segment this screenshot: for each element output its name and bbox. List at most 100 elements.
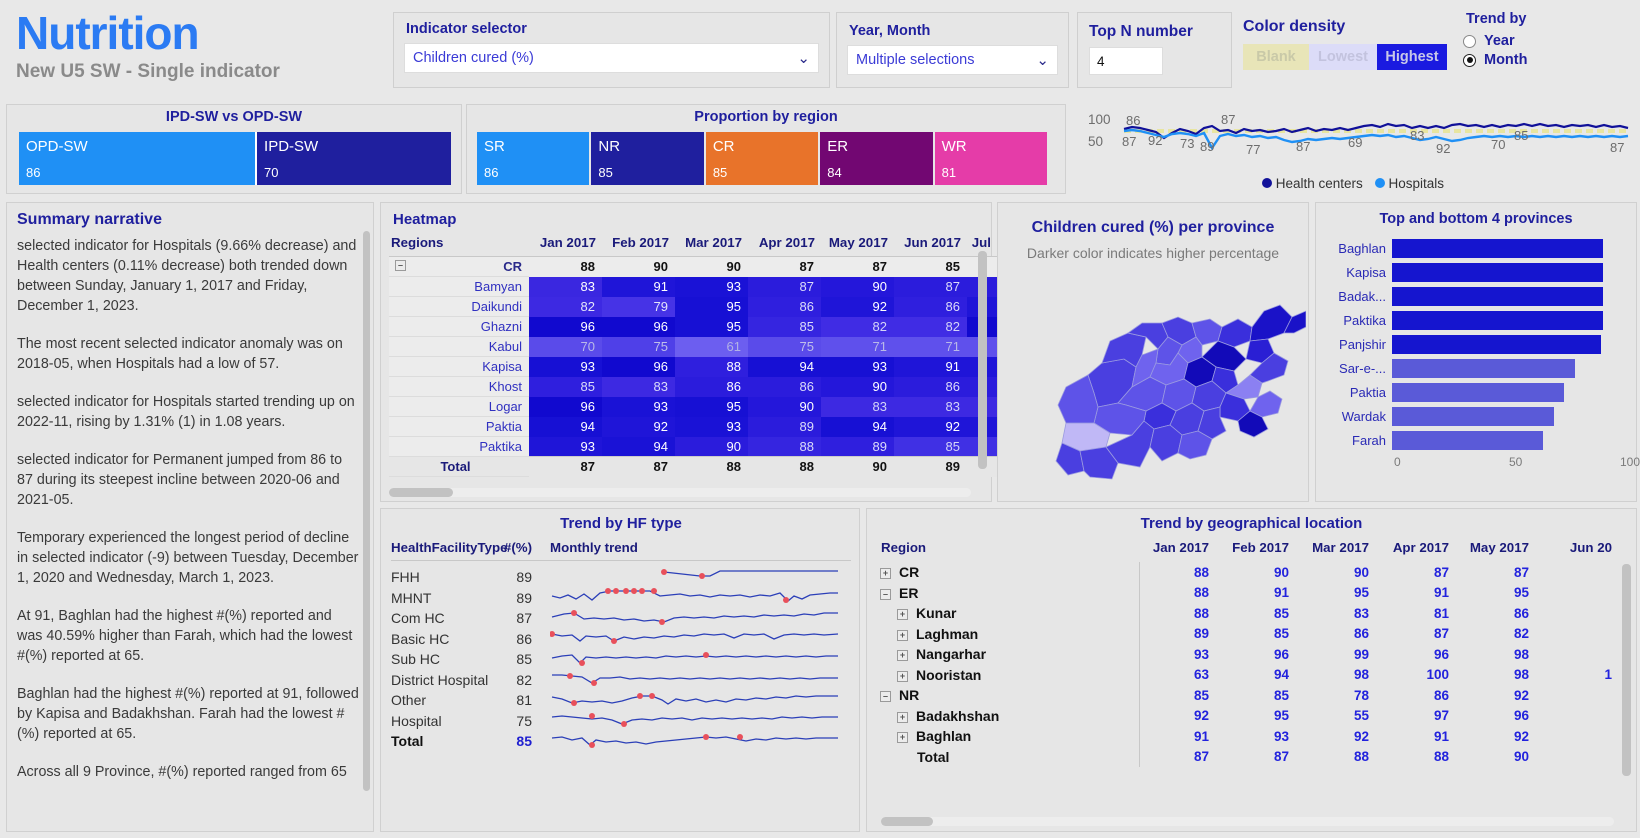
row-label[interactable]: Kapisa: [389, 357, 529, 377]
heatmap-col[interactable]: Apr 2017: [748, 232, 821, 257]
heatmap-col[interactable]: Jan 2017: [529, 232, 602, 257]
geo-col[interactable]: Mar 2017: [1299, 538, 1379, 562]
expand-icon[interactable]: +: [897, 712, 908, 723]
legend-hospitals[interactable]: Hospitals: [1375, 176, 1444, 191]
table-row[interactable]: Logar 96 93 95 90 83 83: [389, 397, 997, 417]
collapse-icon[interactable]: –: [880, 691, 891, 702]
kpi-tile-ipd-sw[interactable]: IPD-SW 70: [257, 132, 451, 185]
table-row[interactable]: – CR 88 90 90 87 87 85: [389, 257, 997, 277]
table-row[interactable]: +Nooristan 63 94 98 100 98 1: [867, 665, 1638, 686]
geo-col[interactable]: May 2017: [1459, 538, 1539, 562]
list-item[interactable]: Baghlan: [1324, 238, 1624, 259]
geo-row-label[interactable]: –ER: [867, 583, 1139, 604]
list-item[interactable]: Paktia: [1324, 382, 1624, 403]
geo-row-label[interactable]: –NR: [867, 685, 1139, 706]
region-tile-er[interactable]: ER 84: [820, 132, 932, 185]
table-row[interactable]: Kapisa 93 96 88 94 93 91: [389, 357, 997, 377]
density-blank-swatch[interactable]: Blank: [1243, 44, 1309, 70]
table-row[interactable]: Bamyan 83 91 93 87 90 87: [389, 277, 997, 297]
hf-col-value[interactable]: #(%): [496, 540, 538, 555]
hf-col-type[interactable]: HealthFacilityType: [391, 540, 496, 555]
geo-row-label[interactable]: +Baghlan: [867, 726, 1139, 747]
geo-col[interactable]: Jan 2017: [1139, 538, 1219, 562]
table-row[interactable]: Com HC 87: [391, 608, 851, 629]
list-item[interactable]: Farah: [1324, 430, 1624, 451]
table-row[interactable]: Kabul 70 75 61 75 71 71: [389, 337, 997, 357]
geo-row-label[interactable]: +Badakhshan: [867, 706, 1139, 727]
row-label[interactable]: Khost: [389, 377, 529, 397]
list-item[interactable]: Kapisa: [1324, 262, 1624, 283]
heatmap-vscrollbar[interactable]: [978, 251, 987, 469]
narrative-scrollbar[interactable]: [363, 231, 370, 791]
row-label[interactable]: Logar: [389, 397, 529, 417]
expand-icon[interactable]: +: [897, 732, 908, 743]
geo-row-label[interactable]: +Nangarhar: [867, 644, 1139, 665]
legend-health-centers[interactable]: Health centers: [1262, 176, 1363, 191]
list-item[interactable]: Panjshir: [1324, 334, 1624, 355]
expand-icon[interactable]: +: [897, 650, 908, 661]
geo-row-label[interactable]: +CR: [867, 562, 1139, 583]
indicator-selector-dropdown[interactable]: Children cured (%) ⌄: [404, 43, 819, 73]
table-row[interactable]: MHNT 89: [391, 588, 851, 609]
geo-row-label[interactable]: +Nooristan: [867, 665, 1139, 686]
heatmap-col[interactable]: May 2017: [821, 232, 894, 257]
collapse-icon[interactable]: –: [395, 260, 406, 271]
heatmap-group-label[interactable]: – CR: [389, 257, 529, 277]
table-row[interactable]: +Baghlan 91 93 92 91 92: [867, 726, 1638, 747]
expand-icon[interactable]: +: [897, 609, 908, 620]
heatmap-col[interactable]: Feb 2017: [602, 232, 675, 257]
region-tile-cr[interactable]: CR 85: [706, 132, 818, 185]
geo-col[interactable]: Jun 20: [1539, 538, 1622, 562]
table-row[interactable]: –NR 85 85 78 86 92: [867, 685, 1638, 706]
table-row[interactable]: –ER 88 91 95 91 95: [867, 583, 1638, 604]
table-row[interactable]: +Nangarhar 93 96 99 96 98: [867, 644, 1638, 665]
year-month-dropdown[interactable]: Multiple selections ⌄: [847, 45, 1058, 75]
list-item[interactable]: Badak...: [1324, 286, 1624, 307]
trend-by-year-option[interactable]: Year: [1463, 33, 1527, 49]
geo-row-label[interactable]: +Laghman: [867, 624, 1139, 645]
heatmap-hscroll-track[interactable]: [389, 488, 971, 497]
table-row[interactable]: Sub HC 85: [391, 649, 851, 670]
region-tile-wr[interactable]: WR 81: [935, 132, 1047, 185]
heatmap-col[interactable]: Jun 2017: [894, 232, 967, 257]
hf-col-trend[interactable]: Monthly trend: [538, 540, 851, 555]
row-label[interactable]: Paktia: [389, 417, 529, 437]
table-row[interactable]: Other 81: [391, 690, 851, 711]
geo-col[interactable]: Apr 2017: [1379, 538, 1459, 562]
table-row[interactable]: District Hospital 82: [391, 670, 851, 691]
heatmap-col[interactable]: Mar 2017: [675, 232, 748, 257]
table-row[interactable]: +CR 88 90 90 87 87: [867, 562, 1638, 583]
row-label[interactable]: Paktika: [389, 437, 529, 457]
row-label[interactable]: Kabul: [389, 337, 529, 357]
expand-icon[interactable]: +: [897, 671, 908, 682]
geo-vscrollbar[interactable]: [1622, 564, 1631, 776]
density-lowest-swatch[interactable]: Lowest: [1309, 44, 1377, 70]
radio-year-icon[interactable]: [1463, 35, 1476, 48]
density-highest-swatch[interactable]: Highest: [1377, 44, 1447, 70]
collapse-icon[interactable]: –: [880, 589, 891, 600]
geo-row-label[interactable]: +Kunar: [867, 603, 1139, 624]
geo-hscrollbar[interactable]: [881, 817, 933, 826]
region-tile-sr[interactable]: SR 86: [477, 132, 589, 185]
trend-by-month-option[interactable]: Month: [1463, 52, 1527, 68]
table-row[interactable]: Paktika 93 94 90 88 89 85: [389, 437, 997, 457]
heatmap-hscrollbar[interactable]: [389, 488, 453, 497]
list-item[interactable]: Paktika: [1324, 310, 1624, 331]
table-row[interactable]: Paktia 94 92 93 89 94 92: [389, 417, 997, 437]
region-tile-nr[interactable]: NR 85: [591, 132, 703, 185]
row-label[interactable]: Daikundi: [389, 297, 529, 317]
table-row[interactable]: Hospital 75: [391, 711, 851, 732]
geo-hscroll-track[interactable]: [881, 817, 1614, 826]
list-item[interactable]: Sar-e-...: [1324, 358, 1624, 379]
table-row[interactable]: Daikundi 82 79 95 86 92 86: [389, 297, 997, 317]
radio-month-icon[interactable]: [1463, 54, 1476, 67]
expand-icon[interactable]: +: [897, 630, 908, 641]
table-row[interactable]: +Laghman 89 85 86 87 82: [867, 624, 1638, 645]
table-row[interactable]: FHH 89: [391, 567, 851, 588]
top-n-input[interactable]: 4: [1089, 47, 1163, 75]
list-item[interactable]: Wardak: [1324, 406, 1624, 427]
table-row[interactable]: Khost 85 83 86 86 90 86: [389, 377, 997, 397]
table-row[interactable]: +Kunar 88 85 83 81 86: [867, 603, 1638, 624]
afghanistan-choropleth-map[interactable]: [1006, 275, 1306, 485]
row-label[interactable]: Ghazni: [389, 317, 529, 337]
